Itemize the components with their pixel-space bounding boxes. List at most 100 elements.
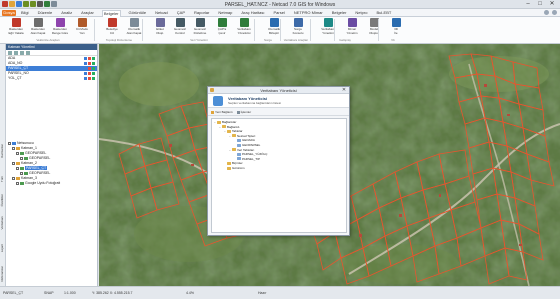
ribbon-button[interactable]: Rasterden Renge Göre	[48, 18, 72, 35]
ribbon-button[interactable]: Model Oluştur	[362, 18, 386, 35]
layer-checkbox[interactable]	[12, 176, 15, 180]
ribbon-button[interactable]: Rasterden Alan Kapat	[26, 18, 50, 35]
ribbon-tab[interactable]: Netpro	[354, 10, 368, 17]
connection-tree-label: Biçimler	[232, 161, 243, 166]
help-icon[interactable]	[544, 10, 549, 15]
layer-state-icons	[84, 57, 95, 60]
ribbon-tab[interactable]: Bilgi	[20, 10, 30, 17]
ribbon-button[interactable]: Geometri Düzeltme	[188, 18, 212, 35]
ribbon-button[interactable]: Veritabanı Yöneticisi	[232, 18, 256, 35]
ribbon-tab[interactable]: Düzenle	[37, 10, 54, 17]
dialog-title: Veritabanı Yöneticisi	[260, 88, 297, 93]
connection-tree-node[interactable]: Görünüm	[214, 166, 344, 171]
layer-checkbox[interactable]	[16, 181, 19, 185]
layer-tree-item[interactable]: Google Uydu Fotoğrafı	[8, 181, 97, 186]
maximize-button[interactable]: □	[534, 0, 546, 8]
layer-row[interactable]: YOL_ÇT	[6, 76, 97, 81]
ribbon-button[interactable]: Veritabanı Yönetimi	[316, 18, 340, 35]
ribbon-tab[interactable]: Analiz	[60, 10, 73, 17]
snap-icon[interactable]	[92, 77, 95, 80]
ribbon-button[interactable]: Belediye Ciz	[100, 18, 124, 35]
visibility-icon[interactable]	[84, 62, 87, 65]
folder-icon	[217, 120, 221, 124]
file-menu-button[interactable]: Dosya	[2, 10, 16, 16]
table-icon	[237, 152, 241, 156]
layer-checkbox[interactable]	[8, 141, 11, 145]
ribbon-tab[interactable]: Görüntüle	[128, 10, 148, 17]
ribbon-tab[interactable]: ÇAP	[176, 10, 186, 17]
connection-tree-label: Netcad Tipleri	[237, 133, 256, 138]
dialog-close-button[interactable]: ✕	[340, 87, 348, 93]
layer-state-icons	[84, 72, 95, 75]
add-layer-icon[interactable]	[8, 51, 12, 55]
ribbon-button[interactable]: ÇAP'a Çevir	[210, 18, 234, 35]
remove-layer-icon[interactable]	[14, 51, 18, 55]
ribbon-button[interactable]: Mimar Yönetim	[340, 18, 364, 35]
ribbon-separator	[280, 19, 281, 41]
lock-icon[interactable]	[88, 77, 91, 80]
settings-icon[interactable]	[552, 10, 557, 15]
snap-icon[interactable]	[92, 57, 95, 60]
connection-tree[interactable]: − Bağlantılar − Bağlantı1− Tablolar − Netcad T…	[211, 118, 347, 233]
ribbon-button[interactable]: 3D İle	[384, 18, 408, 35]
ribbon-button[interactable]: Kit Modu Yarı	[70, 18, 94, 35]
lock-icon[interactable]	[88, 62, 91, 65]
ribbon-tab[interactable]: Araçlar	[80, 10, 95, 17]
status-active-layer[interactable]: PARSEL_ÇT	[3, 290, 23, 296]
ribbon-tab[interactable]: Parsel	[273, 10, 286, 17]
ribbon-button[interactable]: Sorgu Konsolu	[286, 18, 310, 35]
ribbon-button-label: Veritabanı Yöneticisi	[237, 27, 251, 35]
layer-tree: Netsunucu Katman_1 GEOPARSEL GEOPARSEL Katma…	[6, 141, 97, 186]
lock-icon[interactable]	[88, 72, 91, 75]
layer-checkbox[interactable]	[20, 171, 23, 175]
snap-icon[interactable]	[92, 72, 95, 75]
folder-icon	[222, 125, 226, 129]
ribbon-tab[interactable]: Raporlar	[193, 10, 210, 17]
layer-checkbox[interactable]	[16, 151, 19, 155]
minimize-button[interactable]: –	[522, 0, 534, 8]
ribbon-group-label: Topoloji Düzenleme	[105, 38, 133, 42]
ribbon-tab[interactable]: Netmap	[217, 10, 233, 17]
layer-tree-icon	[16, 176, 20, 180]
close-button[interactable]: ✕	[546, 0, 558, 8]
ribbon-tab[interactable]: Bul-EBT	[375, 10, 392, 17]
ribbon-separator	[254, 19, 255, 41]
snap-icon[interactable]	[92, 62, 95, 65]
ribbon-tab[interactable]: Araç Haritası	[240, 10, 265, 17]
lock-icon[interactable]	[88, 57, 91, 60]
layer-checkbox[interactable]	[20, 156, 23, 160]
visibility-icon[interactable]	[84, 77, 87, 80]
ribbon-button[interactable]: Rasterden Eğri Yakala	[4, 18, 28, 35]
layer-checkbox[interactable]	[16, 166, 19, 170]
connection-tree-label: PARSEL_TIP	[242, 156, 260, 161]
status-bar: PARSEL_ÇT SNAP 1:1.000 Y: 385.262 X: 4.5…	[0, 286, 560, 299]
snap-icon[interactable]	[92, 67, 95, 70]
ribbon-tab[interactable]: Netcad	[154, 10, 169, 17]
layer-tree-icon	[20, 181, 24, 185]
ribbon-tab[interactable]: Belgeler	[331, 10, 348, 17]
folder-icon	[227, 129, 231, 133]
layer-name: PARSEL_NO	[8, 71, 29, 75]
visibility-icon[interactable]	[84, 67, 87, 70]
ribbon-button[interactable]: Otomatik Birleştir	[262, 18, 286, 35]
lock-icon[interactable]	[88, 67, 91, 70]
folder-icon	[227, 162, 231, 166]
ribbon-button-icon	[347, 18, 357, 27]
layer-state-icons	[84, 77, 95, 80]
status-snap[interactable]: SNAP	[44, 290, 54, 296]
visibility-icon[interactable]	[84, 72, 87, 75]
operations-button[interactable]: İşlemler	[236, 110, 251, 114]
ribbon-button-label: Belediye Ciz	[106, 27, 118, 35]
ribbon-separator	[94, 19, 95, 41]
ribbon-tab[interactable]: NETPRO Mimar	[293, 10, 324, 17]
layer-down-icon[interactable]	[26, 51, 30, 55]
table-icon	[237, 139, 241, 143]
layer-up-icon[interactable]	[20, 51, 24, 55]
new-connection-button[interactable]: Yeni Bağlantı	[211, 110, 233, 114]
layer-checkbox[interactable]	[12, 146, 15, 150]
layer-checkbox[interactable]	[12, 161, 15, 165]
ribbon-separator	[310, 19, 311, 41]
visibility-icon[interactable]	[84, 57, 87, 60]
status-scale[interactable]: 1:1.000	[64, 290, 76, 296]
ribbon-tab[interactable]: Belgeler	[101, 10, 121, 17]
